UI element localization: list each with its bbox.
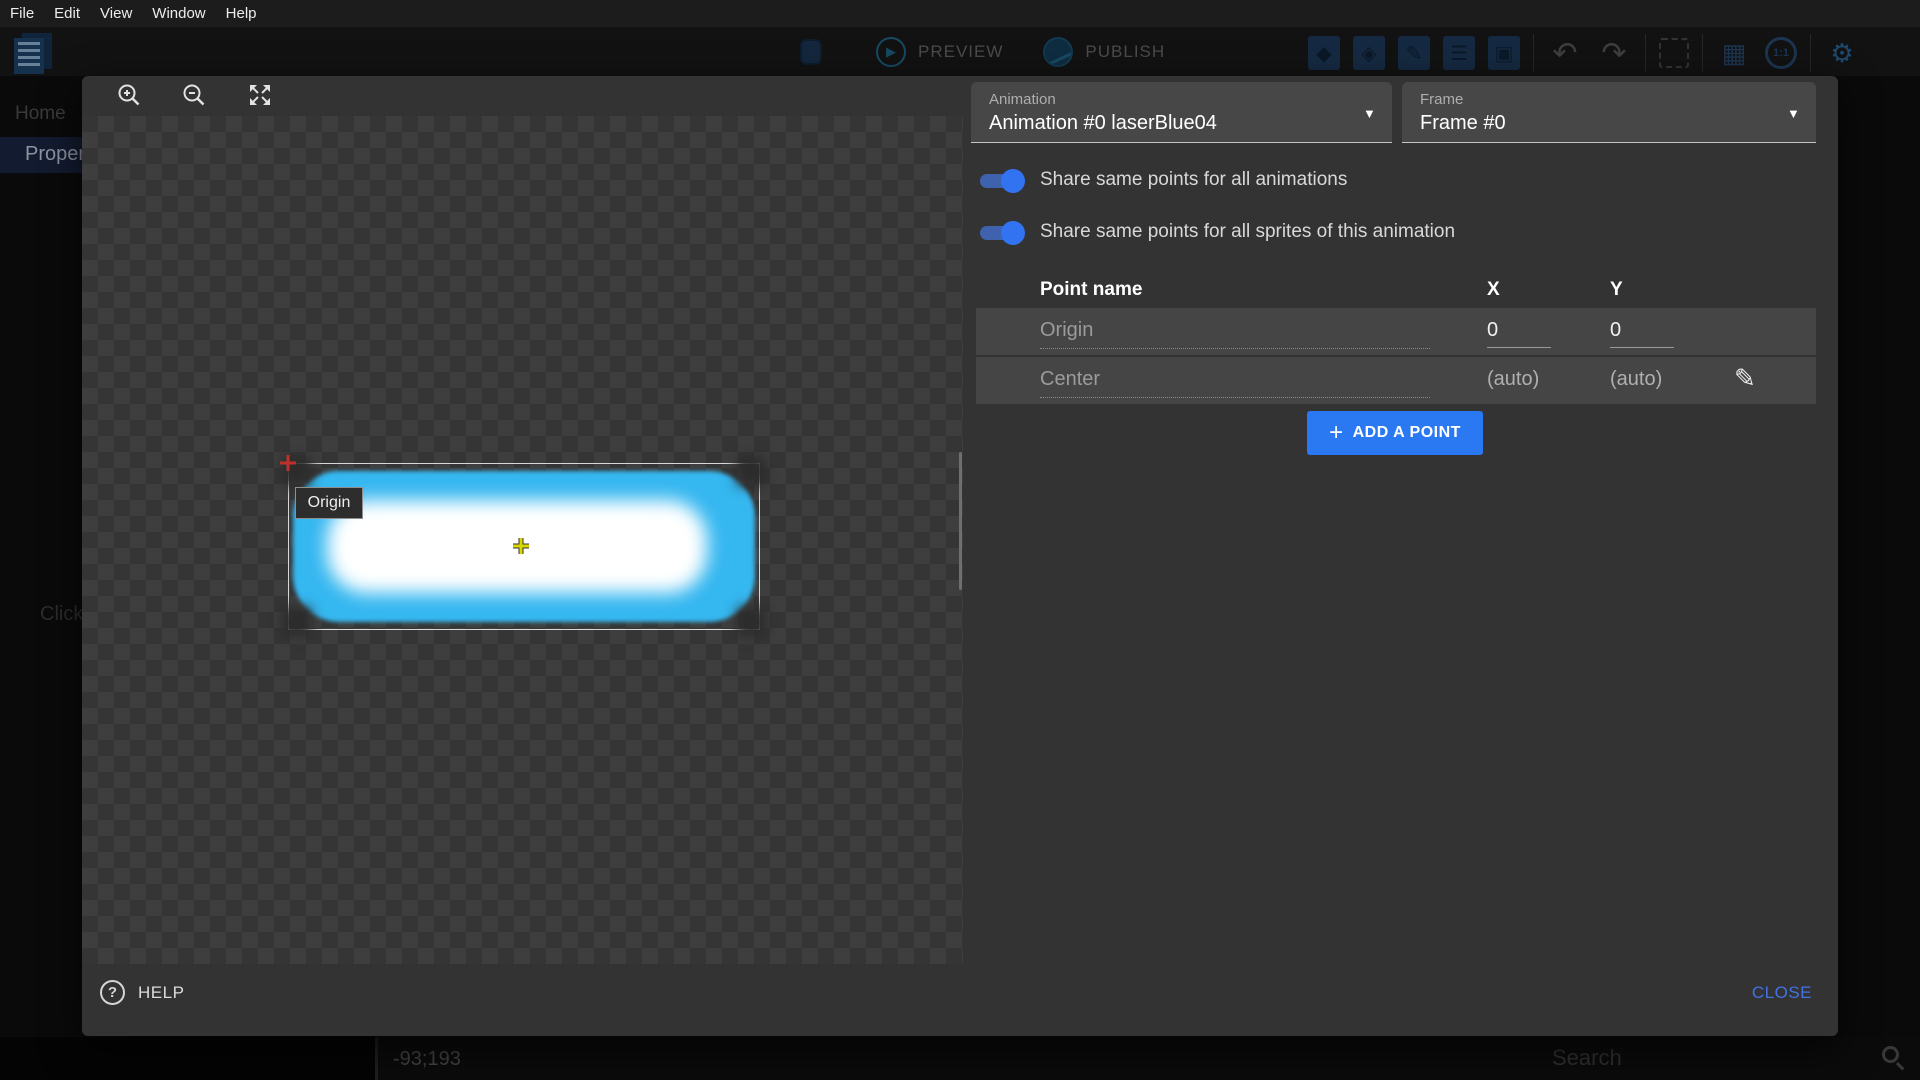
chevron-down-icon: ▼ [1787, 106, 1800, 121]
redo-icon: ↷ [1596, 36, 1632, 70]
point-y-input[interactable]: 0 [1610, 319, 1621, 342]
cursor-coordinates: -93;193 [393, 1048, 461, 1071]
preview-scrollbar[interactable] [959, 452, 962, 590]
preview-button: PREVIEW [918, 42, 1003, 62]
grid-icon: ▦ [1716, 36, 1752, 70]
help-icon: ? [100, 980, 125, 1005]
help-button[interactable]: ? HELP [100, 980, 184, 1005]
events-icon: ☰ [1443, 36, 1475, 70]
edit-points-dialog: Origin Animation Animation #0 laserBlue0… [82, 76, 1838, 1036]
menu-help[interactable]: Help [226, 5, 257, 22]
point-y-value: (auto) [1610, 368, 1662, 391]
table-row-center: Center (auto) (auto) ✎ [976, 357, 1816, 404]
zoom-out-icon[interactable] [180, 81, 208, 109]
center-point-marker[interactable] [512, 537, 530, 560]
toggle-label: Share same points for all animations [1040, 169, 1347, 191]
frame-select[interactable]: Frame Frame #0 ▼ [1402, 82, 1816, 143]
toggle-share-all-sprites[interactable] [980, 221, 1022, 245]
fit-to-screen-icon[interactable] [246, 81, 274, 109]
publish-globe-icon [1043, 37, 1073, 67]
menu-file[interactable]: File [10, 5, 34, 22]
toolbar-icon-strip: ◆ ◈ ✎ ☰ ▣ ↶ ↷ ▦ 1:1 ⚙ [1308, 33, 1860, 73]
menu-window[interactable]: Window [152, 5, 205, 22]
zoom-1-1-icon: 1:1 [1765, 37, 1797, 69]
layers-icon: ▣ [1488, 36, 1520, 70]
properties-panel-header: Proper [0, 137, 82, 173]
menu-view[interactable]: View [100, 5, 132, 22]
edit-pencil-icon[interactable]: ✎ [1734, 365, 1756, 391]
point-name-field: Center [1040, 368, 1100, 391]
column-header-name: Point name [1040, 279, 1142, 301]
project-manager-icon [14, 33, 52, 75]
gdevelop-window: File Edit View Window Help ▶ PREVIEW PUB… [0, 0, 1920, 1080]
menu-edit[interactable]: Edit [54, 5, 80, 22]
origin-point-marker[interactable] [279, 454, 297, 477]
point-x-input[interactable]: 0 [1487, 319, 1498, 342]
sprite-preview-canvas[interactable]: Origin [82, 116, 963, 964]
tools-wrench-icon: ⚙ [1824, 36, 1860, 70]
animation-select[interactable]: Animation Animation #0 laserBlue04 ▼ [971, 82, 1392, 143]
toggle-share-all-animations[interactable] [980, 169, 1022, 193]
column-header-y: Y [1610, 279, 1623, 301]
publish-button: PUBLISH [1085, 42, 1165, 62]
close-button[interactable]: CLOSE [1752, 983, 1812, 1003]
chevron-down-icon: ▼ [1363, 106, 1376, 121]
zoom-in-icon[interactable] [115, 81, 143, 109]
point-name-field: Origin [1040, 319, 1093, 342]
objects-icon: ◈ [1353, 36, 1385, 70]
edit-scene-icon: ✎ [1398, 36, 1430, 70]
menu-bar: File Edit View Window Help [0, 0, 1920, 27]
debugger-icon [800, 39, 822, 65]
column-header-x: X [1487, 279, 1500, 301]
search-icon [1882, 1046, 1899, 1063]
point-x-value: (auto) [1487, 368, 1539, 391]
preview-toolbar [82, 76, 967, 116]
table-row-origin: Origin 0 0 [976, 308, 1816, 355]
plus-icon: + [1329, 419, 1344, 447]
background-click-hint: Click [40, 603, 82, 626]
toggle-label: Share same points for all sprites of thi… [1040, 221, 1455, 243]
undo-icon: ↶ [1547, 36, 1583, 70]
selection-icon [1659, 38, 1689, 68]
origin-point-tooltip: Origin [295, 487, 363, 519]
resources-icon: ◆ [1308, 36, 1340, 70]
preview-play-icon: ▶ [876, 37, 906, 67]
search-input: Search [1552, 1045, 1622, 1071]
tab-home: Home [15, 103, 66, 125]
add-point-button[interactable]: + ADD A POINT [1307, 411, 1483, 455]
status-bar: -93;193 Search [0, 1037, 1920, 1080]
